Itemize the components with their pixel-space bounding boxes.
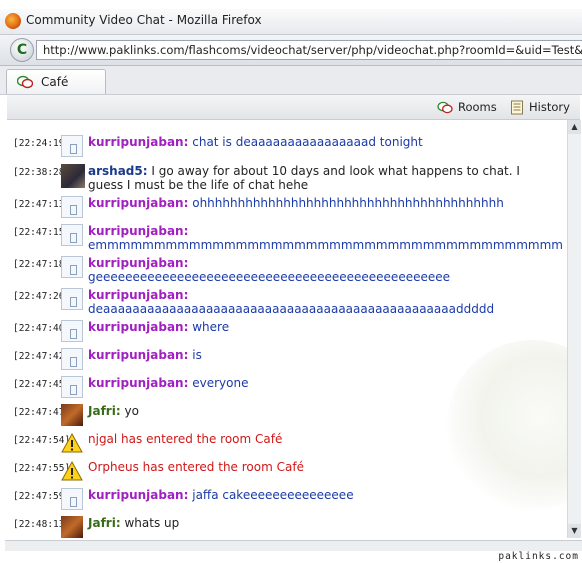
rooms-icon [437,101,453,114]
default-avatar-icon[interactable] [61,488,83,510]
message-text: ohhhhhhhhhhhhhhhhhhhhhhhhhhhhhhhhhhhhhhh… [192,196,504,210]
message-nick[interactable]: kurripunjaban [88,488,184,502]
message-nick[interactable]: kurripunjaban [88,135,184,149]
chat-message-log[interactable]: [22:24:19] kurripunjaban: chat is deaaaa… [7,120,567,538]
message-text: yo [124,404,139,418]
message-nick[interactable]: kurripunjaban [88,288,184,302]
tab-cafe[interactable]: Café [6,69,106,94]
message-text: deaaaaaaaaaaaaaaaaaaaaaaaaaaaaaaaaaaaaaa… [88,302,495,316]
chat-scrollbar[interactable]: ▲ ▼ [567,120,581,538]
window-title: Community Video Chat - Mozilla Firefox [26,13,262,27]
address-input[interactable]: http://www.paklinks.com/flashcoms/videoc… [36,40,582,60]
history-label: History [529,100,570,114]
message-text: jaffa cakeeeeeeeeeeeeeee [192,488,354,502]
message-nick[interactable]: arshad5 [88,164,143,178]
rooms-label: Rooms [458,100,497,114]
default-avatar-icon[interactable] [61,196,83,218]
rooms-button[interactable]: Rooms [437,98,497,116]
default-avatar-icon[interactable] [61,288,83,310]
warning-icon [61,460,83,481]
default-avatar-icon[interactable] [61,348,83,370]
default-avatar-icon[interactable] [61,256,83,278]
message-text: emmmmmmmmmmmmmmmmmmmmmmmmmmmmmmmmmmmmmmm… [88,238,563,252]
apple-background-image [447,340,567,510]
firefox-icon [5,13,21,29]
scroll-up-arrow-icon[interactable]: ▲ [568,120,581,134]
site-identity-icon[interactable]: C [10,38,34,62]
navigation-bar: C http://www.paklinks.com/flashcoms/vide… [0,35,582,66]
jafri-avatar[interactable] [61,516,83,538]
system-text: njgal has entered the room Café [88,432,283,446]
user-photo-avatar[interactable] [61,164,85,188]
chat-bubbles-icon [17,75,33,89]
warning-icon [61,432,83,453]
message-text: is [192,348,202,362]
horizontal-scrollbar[interactable] [5,540,582,551]
message-nick[interactable]: kurripunjaban [88,320,184,334]
message-nick[interactable]: Jafri [88,516,116,530]
history-button[interactable]: History [510,98,570,116]
watermark-text: paklinks.com [498,551,579,562]
jafri-avatar[interactable] [61,404,83,426]
message-nick[interactable]: Jafri [88,404,116,418]
message-text: geeeeeeeeeeeeeeeeeeeeeeeeeeeeeeeeeeeeeee… [88,270,450,284]
system-text: Orpheus has entered the room Café [88,460,304,474]
room-tabstrip: Café [0,66,582,95]
message-text: chat is deaaaaaaaaaaaaaaaad tonight [192,135,423,149]
message-nick[interactable]: kurripunjaban [88,256,184,270]
message-text: everyone [192,376,249,390]
message-text: I go away for about 10 days and look wha… [88,164,520,192]
message-nick[interactable]: kurripunjaban [88,196,184,210]
chat-toolbar: Rooms History [7,95,580,120]
window-titlebar: Community Video Chat - Mozilla Firefox [0,9,582,35]
message-text: whats up [124,516,180,530]
message-nick[interactable]: kurripunjaban [88,348,184,362]
message-nick[interactable]: kurripunjaban [88,376,184,390]
default-avatar-icon[interactable] [61,224,83,246]
message-text: where [192,320,230,334]
scroll-down-arrow-icon[interactable]: ▼ [568,524,581,538]
tab-label: Café [41,75,69,89]
default-avatar-icon[interactable] [61,376,83,398]
default-avatar-icon[interactable] [61,320,83,342]
history-icon [511,100,523,115]
default-avatar-icon[interactable] [61,135,83,157]
message-nick[interactable]: kurripunjaban [88,224,184,238]
